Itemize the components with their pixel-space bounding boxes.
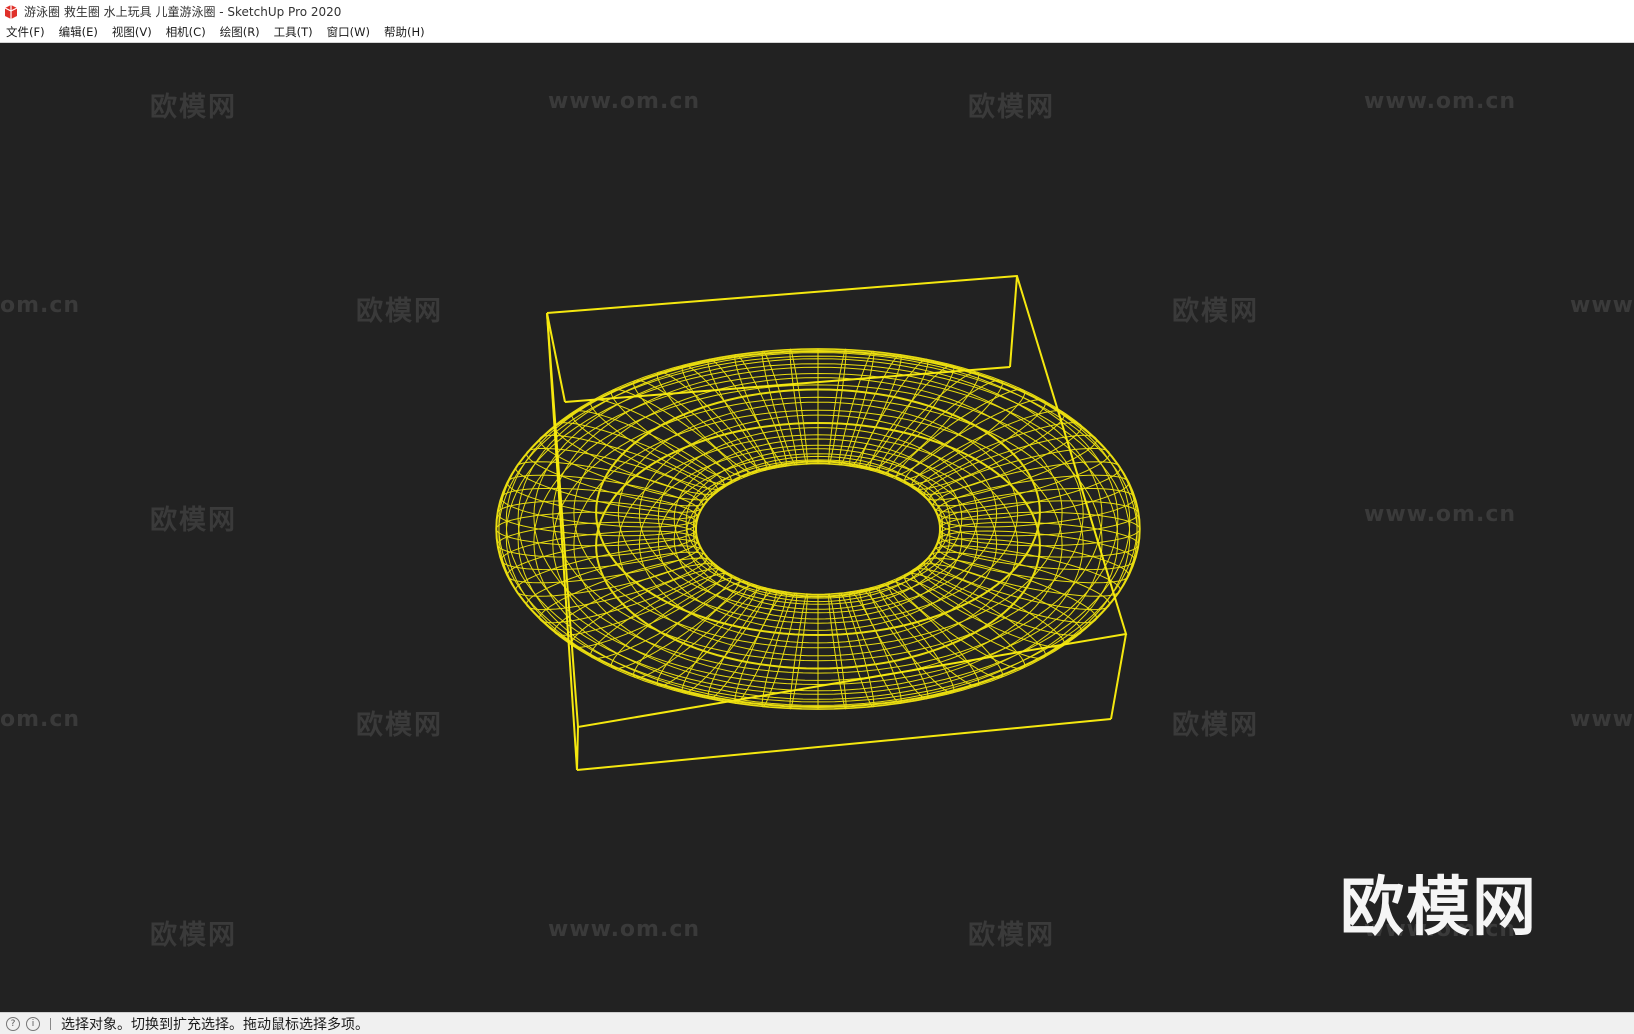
torus-ring	[692, 463, 943, 603]
torus-meridian	[923, 434, 1098, 501]
bbox-front-edge	[576, 718, 1112, 771]
status-text: 选择对象。切换到扩充选择。拖动鼠标选择多项。	[61, 1016, 369, 1033]
torus-meridian	[878, 371, 980, 474]
geolocation-icon[interactable]: ?	[6, 1016, 20, 1031]
modeling-viewport[interactable]: 欧模网 www.om.cn 欧模网 www.om.cn om.cn 欧模网 欧模…	[0, 43, 1634, 1012]
torus-meridian	[656, 584, 758, 687]
title-bar: 游泳圈 救生圈 水上玩具 儿童游泳圈 - SketchUp Pro 2020	[0, 0, 1634, 23]
torus-meridian	[878, 584, 980, 687]
sketchup-logo-icon	[4, 4, 18, 19]
menu-window[interactable]: 窗口(W)	[320, 23, 377, 42]
status-divider	[50, 1017, 51, 1030]
torus-ring	[692, 455, 943, 595]
torus-meridian	[923, 557, 1098, 624]
menu-view[interactable]: 视图(V)	[105, 23, 159, 42]
torus-mesh	[495, 348, 1141, 710]
bbox-back-right-edge	[1009, 275, 1018, 368]
menu-file[interactable]: 文件(F)	[0, 23, 52, 42]
menu-edit[interactable]: 编辑(E)	[52, 23, 105, 42]
menu-camera[interactable]: 相机(C)	[159, 23, 213, 42]
torus-meridian	[538, 434, 713, 501]
window-title: 游泳圈 救生圈 水上玩具 儿童游泳圈 - SketchUp Pro 2020	[24, 5, 342, 19]
brand-logo: 欧模网	[1340, 871, 1538, 945]
menu-tools[interactable]: 工具(T)	[267, 23, 320, 42]
menu-draw[interactable]: 绘图(R)	[213, 23, 267, 42]
bbox-right-edge	[1110, 633, 1127, 720]
menu-help[interactable]: 帮助(H)	[377, 23, 432, 42]
credits-icon[interactable]: i	[26, 1016, 40, 1031]
torus-meridian	[828, 593, 847, 710]
torus-meridian	[828, 348, 847, 465]
torus-ring	[694, 460, 941, 598]
status-bar: ? i 选择对象。切换到扩充选择。拖动鼠标选择多项。	[0, 1012, 1634, 1034]
menu-bar: 文件(F) 编辑(E) 视图(V) 相机(C) 绘图(R) 工具(T) 窗口(W…	[0, 23, 1634, 43]
bbox-front-left-edge	[576, 726, 579, 771]
torus-meridian	[789, 348, 808, 465]
bbox-left-edge	[546, 312, 578, 771]
